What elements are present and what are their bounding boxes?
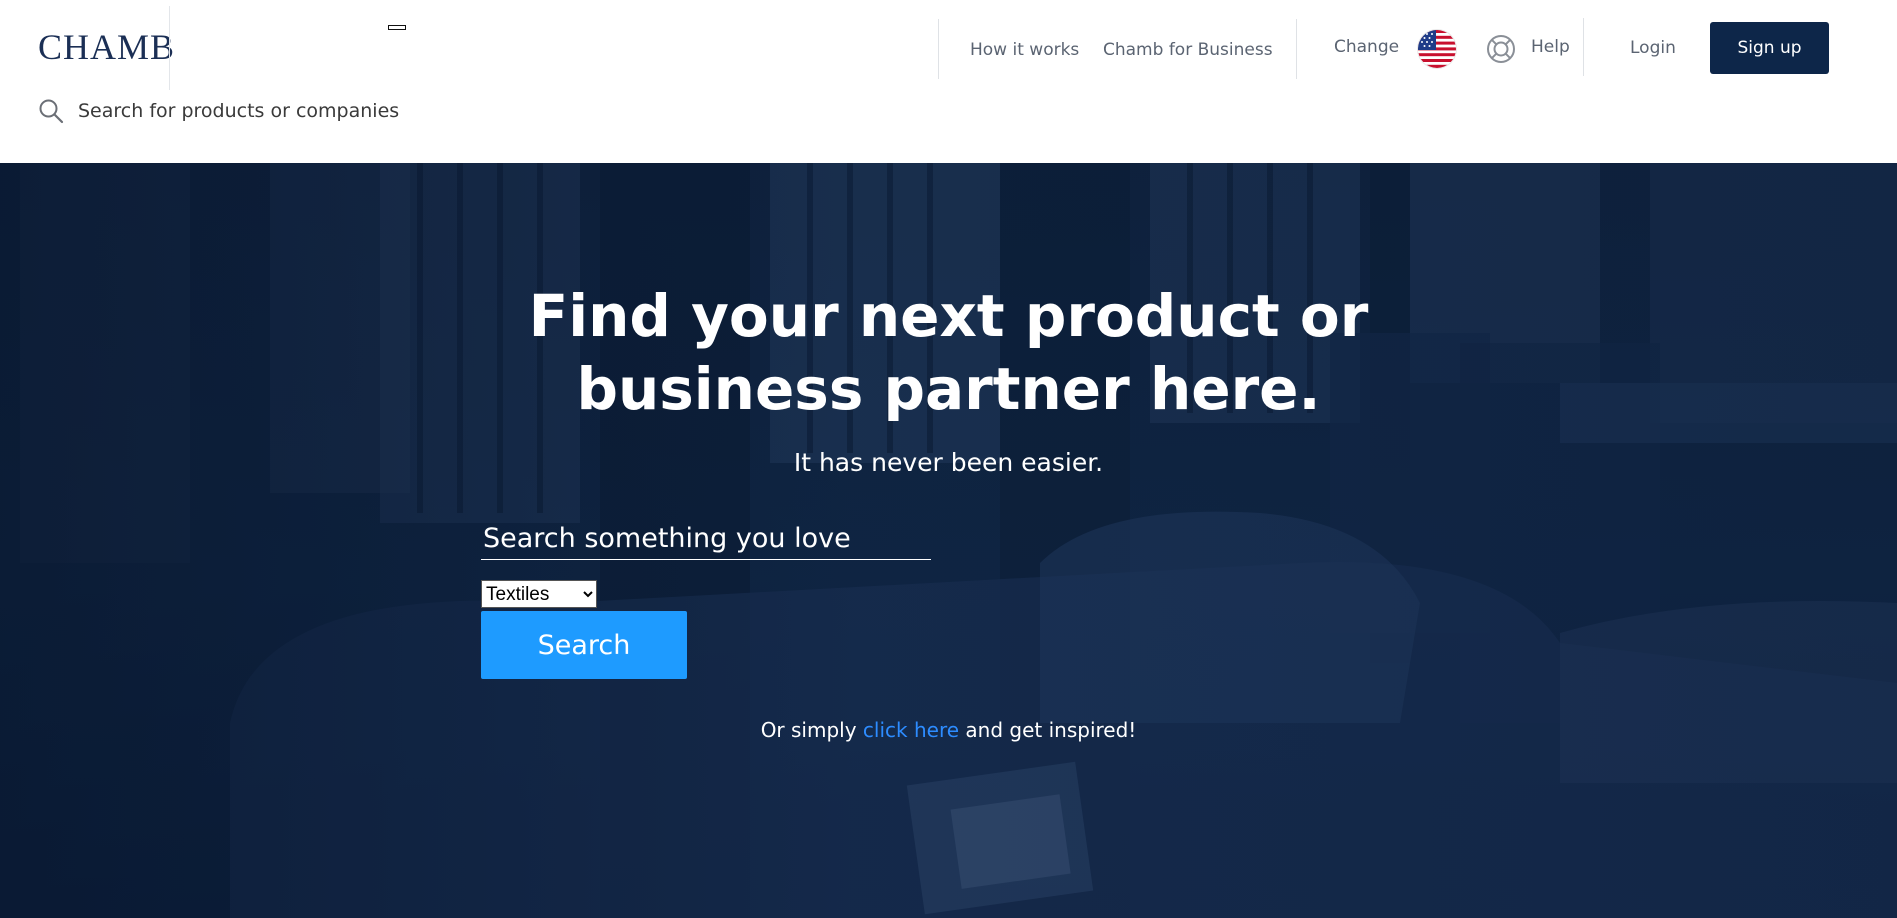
menu-toggle-icon[interactable] bbox=[388, 25, 406, 30]
change-country-link[interactable]: Change bbox=[1334, 36, 1399, 58]
hero-subtitle: It has never been easier. bbox=[793, 448, 1104, 477]
inspire-suffix: and get inspired! bbox=[965, 718, 1137, 742]
hero-section: Find your next product or business partn… bbox=[0, 163, 1897, 918]
nav-how-it-works[interactable]: How it works bbox=[970, 39, 1079, 61]
search-icon[interactable] bbox=[38, 98, 64, 124]
nav-divider bbox=[1296, 19, 1297, 79]
logo-divider bbox=[169, 6, 170, 90]
hero-title-line-2: business partner here. bbox=[576, 355, 1321, 423]
hero-search-input[interactable] bbox=[481, 518, 931, 560]
hero-overlay bbox=[0, 163, 1897, 918]
inspire-link[interactable]: click here bbox=[863, 718, 959, 742]
help-link[interactable]: Help bbox=[1531, 36, 1570, 58]
login-link[interactable]: Login bbox=[1630, 37, 1676, 59]
nav-divider bbox=[1583, 18, 1584, 76]
site-header: CHAMB How it works Chamb for Business Ch… bbox=[0, 0, 1897, 163]
header-search-input[interactable] bbox=[78, 100, 458, 122]
inspire-prefix: Or simply bbox=[760, 718, 857, 742]
search-button[interactable]: Search bbox=[481, 611, 687, 679]
hero-title-line-1: Find your next product or bbox=[528, 282, 1369, 350]
category-select[interactable]: Textiles bbox=[481, 580, 597, 608]
header-search bbox=[38, 96, 458, 126]
help-lifebuoy-icon[interactable] bbox=[1486, 34, 1516, 64]
nav-chamb-for-business[interactable]: Chamb for Business bbox=[1103, 39, 1273, 61]
hero-title: Find your next product or business partn… bbox=[0, 280, 1897, 426]
us-flag-icon[interactable] bbox=[1418, 30, 1456, 68]
chamb-logo[interactable]: CHAMB bbox=[38, 26, 175, 68]
signup-button[interactable]: Sign up bbox=[1710, 22, 1829, 74]
nav-divider bbox=[938, 19, 939, 79]
inspire-text: Or simply click here and get inspired! bbox=[0, 718, 1897, 742]
